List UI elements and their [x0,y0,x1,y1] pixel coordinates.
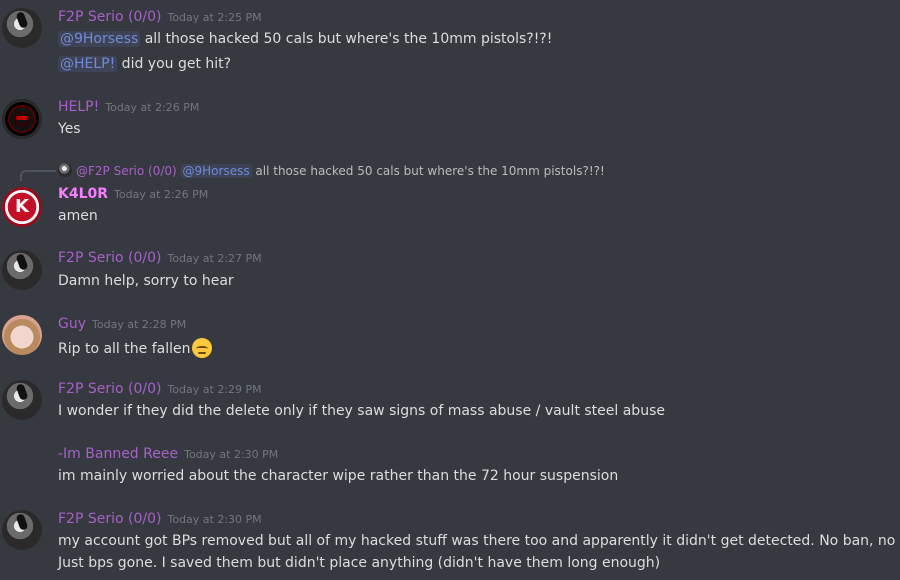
user-mention[interactable]: @9Horsess [180,164,252,178]
author-name[interactable]: F2P Serio (0/0) Today at 2:27 PM [58,250,262,266]
reply-preview[interactable]: @F2P Serio (0/0) @9Horsess all those hac… [58,163,605,178]
user-mention[interactable]: @9Horsess [58,31,141,47]
message-text: @9Horsess all those hacked 50 cals but w… [58,31,553,47]
pensive-face-icon [192,338,213,358]
author-name[interactable]: HELP! Today at 2:26 PM [58,99,199,115]
message-text: Yes [58,121,81,137]
avatar[interactable] [2,315,42,355]
timestamp: Today at 2:26 PM [105,101,200,114]
author-name[interactable]: F2P Serio (0/0) Today at 2:29 PM [58,381,262,397]
message-text: @HELP! did you get hit? [58,56,232,72]
avatar[interactable] [2,510,42,550]
timestamp: Today at 2:28 PM [92,318,187,331]
message-text: Just bps gone. I saved them but didn't p… [58,555,661,571]
message-text: Damn help, sorry to hear [58,273,234,289]
message-text: Rip to all the fallen [58,338,213,358]
author-name[interactable]: -Im Banned Reee Today at 2:30 PM [58,446,278,462]
timestamp: Today at 2:25 PM [167,11,262,24]
avatar [58,163,72,177]
avatar[interactable]: K [2,187,42,227]
avatar[interactable] [2,250,42,290]
timestamp: Today at 2:26 PM [114,188,209,201]
message-text: im mainly worried about the character wi… [58,468,619,484]
author-name[interactable]: K4L0R Today at 2:26 PM [58,186,208,202]
message-text: I wonder if they did the delete only if … [58,403,665,419]
message-text: amen [58,208,98,224]
reply-connector [20,170,56,181]
author-name[interactable]: F2P Serio (0/0) Today at 2:30 PM [58,511,262,527]
author-name[interactable]: Guy Today at 2:28 PM [58,316,186,332]
avatar[interactable] [2,380,42,420]
user-mention[interactable]: @HELP! [58,56,118,72]
avatar[interactable] [2,99,42,139]
timestamp: Today at 2:29 PM [167,383,262,396]
timestamp: Today at 2:30 PM [167,513,262,526]
timestamp: Today at 2:30 PM [184,448,279,461]
timestamp: Today at 2:27 PM [167,252,262,265]
author-name[interactable]: F2P Serio (0/0) Today at 2:25 PM [58,9,262,25]
avatar[interactable] [2,8,42,48]
message-text: my account got BPs removed but all of my… [58,533,900,549]
